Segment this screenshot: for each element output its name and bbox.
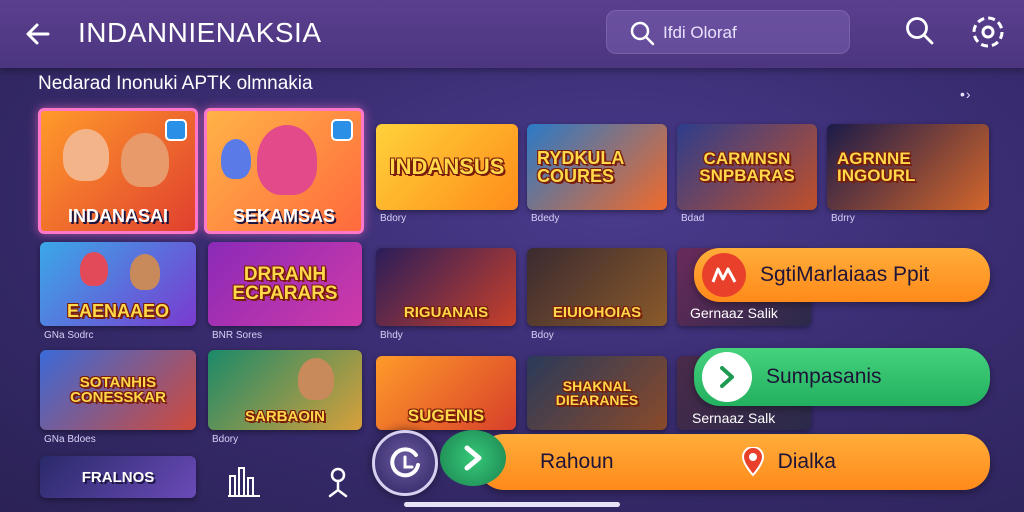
card-meta: Bhdy xyxy=(380,330,403,341)
refresh-button[interactable] xyxy=(372,430,438,496)
card-title: EIUIOHOIAS xyxy=(552,304,642,321)
card-title: SHAKNAL DIEARANES xyxy=(555,378,639,408)
character-art xyxy=(121,133,169,187)
secondary-action-button[interactable]: Sumpasanis xyxy=(694,348,990,406)
card-title: CARMNSN SNPBARAS xyxy=(699,149,795,185)
card-title: INDANASAI xyxy=(67,206,168,226)
card-meta: Bdoy xyxy=(531,330,554,341)
card-title: RIGUANAIS xyxy=(403,304,489,321)
card-title: EAENAAEO xyxy=(66,301,169,321)
character-art xyxy=(63,129,109,181)
chevron-right-icon xyxy=(702,352,752,402)
primary-action-label: SgtiMarlaiaas Ppit xyxy=(760,263,930,286)
card-meta: Bdrry xyxy=(831,213,855,224)
bottom-action-bar: Rahoun Dialka xyxy=(478,434,990,490)
app-title: INDANNIENAKSIA xyxy=(78,17,322,48)
card-title: DRRANH ECPARARS xyxy=(232,264,338,304)
card-title: SUGENIS xyxy=(407,406,485,425)
card-meta: GNa Bdoes xyxy=(44,434,96,445)
game-card[interactable]: DRRANH ECPARARS xyxy=(208,242,362,326)
app-badge-icon xyxy=(165,119,187,141)
card-meta: Bdedy xyxy=(531,213,560,224)
card-meta: BNR Sores xyxy=(212,330,263,341)
character-art xyxy=(257,125,317,195)
card-title: SOTANHIS CONESSKAR xyxy=(70,374,166,406)
game-card[interactable]: CARMNSN SNPBARAS xyxy=(677,124,817,210)
left-action-label[interactable]: Rahoun xyxy=(540,450,614,474)
card-title: AGRNNE INGOURL xyxy=(837,149,916,185)
search-input[interactable] xyxy=(663,21,833,45)
right-action-label[interactable]: Dialka xyxy=(778,450,836,474)
refresh-icon xyxy=(390,447,420,478)
location-pin-icon xyxy=(741,447,764,477)
back-button[interactable] xyxy=(20,16,56,52)
game-card[interactable]: SEKAMSAS xyxy=(204,108,364,234)
section-title: Nedarad Inonuki APTK olmnakia xyxy=(38,73,313,94)
search-icon[interactable] xyxy=(904,15,936,47)
app-badge-icon xyxy=(331,119,353,141)
gear-icon[interactable] xyxy=(968,12,1008,52)
game-card[interactable]: EAENAAEO xyxy=(40,242,196,326)
chevron-right-icon xyxy=(464,445,482,471)
game-card[interactable]: AGRNNE INGOURL xyxy=(827,124,989,210)
card-meta: GNa Sodrc xyxy=(44,330,94,341)
search-bar[interactable] xyxy=(606,10,850,54)
game-card[interactable]: RYDKULA COURES xyxy=(527,124,667,210)
card-title: SEKAMSAS xyxy=(232,206,335,226)
card-title: RYDKULA COURES xyxy=(537,148,624,186)
character-art xyxy=(80,252,108,286)
game-card[interactable]: SUGENIS xyxy=(376,356,516,430)
card-overlay-label: Sernaaz Salk xyxy=(692,410,776,426)
game-card[interactable]: FRALNOS xyxy=(40,456,196,498)
arrow-left-icon xyxy=(26,23,50,45)
card-meta: Bdory xyxy=(380,213,407,224)
card-title: INDANSUS xyxy=(389,154,505,179)
game-card[interactable]: RIGUANAIS xyxy=(376,248,516,326)
character-art xyxy=(221,139,251,179)
card-meta: Bdory xyxy=(212,434,239,445)
game-card[interactable]: INDANSUS xyxy=(376,124,518,210)
character-art xyxy=(298,358,334,400)
card-title: FRALNOS xyxy=(81,468,155,486)
primary-action-button[interactable]: SgtiMarlaiaas Ppit xyxy=(694,248,990,302)
game-card[interactable]: EIUIOHOIAS xyxy=(527,248,667,326)
card-title: SARBAOIN xyxy=(244,408,325,425)
game-card[interactable]: SARBAOIN xyxy=(208,350,362,430)
top-app-bar: INDANNIENAKSIA xyxy=(0,0,1024,68)
chart-icon[interactable] xyxy=(226,462,262,498)
brand-logo-icon xyxy=(702,253,746,297)
secondary-action-label: Sumpasanis xyxy=(766,365,882,388)
card-meta: Bdad xyxy=(681,213,705,224)
game-card[interactable]: SOTANHIS CONESSKAR xyxy=(40,350,196,430)
character-art xyxy=(130,254,160,290)
game-card[interactable]: INDANASAI xyxy=(38,108,198,234)
game-card[interactable]: SHAKNAL DIEARANES xyxy=(527,356,667,430)
search-icon xyxy=(630,21,655,46)
person-pin-icon[interactable] xyxy=(324,466,352,498)
home-indicator[interactable] xyxy=(404,502,620,507)
go-button[interactable] xyxy=(440,430,506,486)
card-overlay-label: Gernaaz Salik xyxy=(690,305,778,321)
more-link[interactable]: •› xyxy=(960,86,972,102)
